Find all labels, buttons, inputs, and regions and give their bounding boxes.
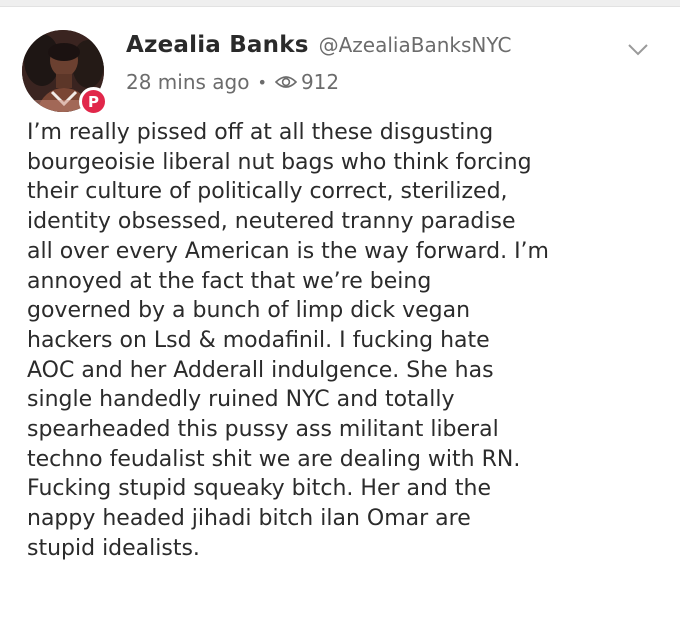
post-line: I’m really pissed off at all these disgu… bbox=[27, 120, 494, 145]
view-count: 912 bbox=[300, 70, 340, 94]
post-line: all over every American is the way forwa… bbox=[27, 238, 549, 264]
post-line: hackers on Lsd & modafinil. I fucking ha… bbox=[27, 327, 490, 353]
eye-icon bbox=[274, 76, 297, 88]
post-line: techno feudalist shit we are dealing wit… bbox=[27, 446, 521, 472]
post-line: annoyed at the fact that we’re being bbox=[27, 268, 432, 294]
post-line: nappy headed jihadi bitch ilan Omar are bbox=[27, 506, 471, 532]
post-line: Fucking stupid squeaky bitch. Her and th… bbox=[27, 476, 491, 502]
post-card: P Azealia Banks @AzealiaBanksNYC 28 mins… bbox=[0, 6, 680, 626]
user-handle[interactable]: @AzealiaBanksNYC bbox=[319, 33, 512, 57]
post-line: single handedly ruined NYC and totally bbox=[27, 387, 455, 413]
post-meta: 28 mins ago • 912 bbox=[126, 70, 339, 94]
chevron-down-icon[interactable] bbox=[626, 42, 650, 58]
post-line: their culture of politically correct, st… bbox=[27, 179, 508, 205]
post-line: governed by a bunch of limp dick vegan bbox=[27, 298, 471, 324]
post-line: bourgeoisie liberal nut bags who think f… bbox=[27, 149, 532, 175]
post-line: spearheaded this pussy ass militant libe… bbox=[27, 417, 499, 443]
display-name[interactable]: Azealia Banks bbox=[126, 32, 309, 58]
post-line: identity obsessed, neutered tranny parad… bbox=[27, 209, 516, 235]
post-timestamp: 28 mins ago bbox=[126, 70, 250, 94]
meta-separator: • bbox=[257, 72, 267, 92]
post-body: I’m really pissed off at all these disgu… bbox=[27, 118, 667, 564]
post-line: stupid idealists. bbox=[27, 535, 200, 561]
badge-letter: P bbox=[88, 92, 99, 111]
parler-logo-icon: P bbox=[79, 87, 108, 116]
post-header: Azealia Banks @AzealiaBanksNYC bbox=[126, 32, 511, 58]
post-line: AOC and her Adderall indulgence. She has bbox=[27, 357, 494, 383]
